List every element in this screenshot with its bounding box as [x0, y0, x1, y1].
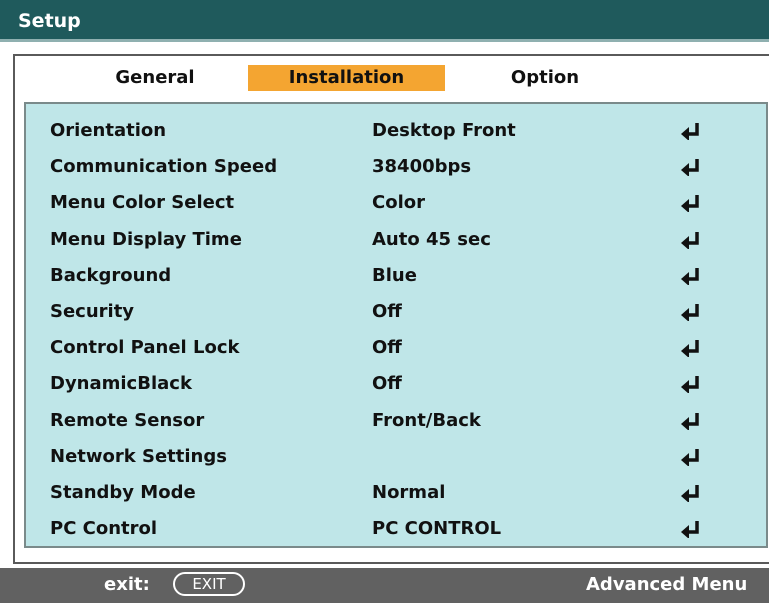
row-value: Normal: [372, 482, 446, 503]
exit-label: exit:: [104, 574, 150, 595]
row-label: Menu Display Time: [50, 228, 242, 250]
tab-bar: General Installation Option: [15, 56, 769, 94]
row-value: Auto 45 sec: [372, 228, 491, 250]
row-value: Off: [372, 301, 402, 322]
row-label: Background: [50, 264, 172, 286]
menu-row-standby-mode[interactable]: Standby Mode Normal: [26, 478, 766, 508]
row-label: Security: [50, 301, 135, 322]
row-label: Menu Color Select: [50, 192, 235, 214]
enter-return-icon[interactable]: [680, 448, 702, 466]
row-value: Off: [372, 337, 402, 359]
menu-row-security[interactable]: Security Off: [26, 297, 766, 327]
row-value: PC CONTROL: [372, 518, 502, 540]
exit-button[interactable]: EXIT: [173, 572, 245, 596]
menu-row-pc-control[interactable]: PC Control PC CONTROL: [26, 514, 766, 544]
row-value: Blue: [372, 264, 417, 286]
menu-row-menu-color-select[interactable]: Menu Color Select Color: [26, 188, 766, 218]
enter-return-icon[interactable]: [680, 375, 702, 394]
row-value: Desktop Front: [372, 120, 516, 141]
setup-frame: General Installation Option Orientation D…: [13, 54, 769, 564]
row-label: Remote Sensor: [50, 409, 205, 431]
row-value: Off: [372, 373, 402, 395]
enter-return-icon[interactable]: [680, 267, 702, 285]
enter-return-icon[interactable]: [680, 194, 702, 213]
menu-row-dynamicblack[interactable]: DynamicBlack Off: [26, 369, 766, 399]
menu-row-control-panel-lock[interactable]: Control Panel Lock Off: [26, 333, 766, 363]
row-value: Front/Back: [372, 409, 481, 431]
tab-option[interactable]: Option: [495, 65, 595, 91]
row-label: DynamicBlack: [50, 373, 192, 395]
enter-return-icon[interactable]: [680, 158, 702, 177]
tab-general[interactable]: General: [105, 65, 205, 91]
enter-return-icon[interactable]: [680, 303, 702, 321]
enter-return-icon[interactable]: [680, 339, 702, 358]
menu-row-communication-speed[interactable]: Communication Speed 38400bps: [26, 152, 766, 182]
menu-row-orientation[interactable]: Orientation Desktop Front: [26, 116, 766, 146]
enter-return-icon[interactable]: [680, 484, 702, 502]
enter-return-icon[interactable]: [680, 122, 702, 140]
enter-return-icon[interactable]: [680, 520, 702, 539]
row-label: PC Control: [50, 518, 158, 540]
row-value: 38400bps: [372, 156, 472, 178]
row-label: Control Panel Lock: [50, 337, 240, 359]
tab-installation[interactable]: Installation: [248, 65, 445, 91]
row-label: Standby Mode: [50, 482, 196, 503]
menu-row-network-settings[interactable]: Network Settings: [26, 442, 766, 472]
window-title: Setup: [0, 0, 769, 42]
row-label: Communication Speed: [50, 156, 278, 178]
menu-row-menu-display-time[interactable]: Menu Display Time Auto 45 sec: [26, 225, 766, 255]
footer-bar: exit: EXIT Advanced Menu: [0, 568, 769, 603]
enter-return-icon[interactable]: [680, 412, 702, 430]
row-label: Network Settings: [50, 445, 227, 467]
menu-row-background[interactable]: Background Blue: [26, 261, 766, 291]
advanced-menu-label[interactable]: Advanced Menu: [586, 574, 747, 595]
row-value: Color: [372, 192, 425, 214]
installation-panel: Orientation Desktop Front Communication Sp…: [24, 102, 768, 548]
menu-row-remote-sensor[interactable]: Remote Sensor Front/Back: [26, 406, 766, 436]
row-label: Orientation: [50, 120, 167, 141]
enter-return-icon[interactable]: [680, 231, 702, 249]
